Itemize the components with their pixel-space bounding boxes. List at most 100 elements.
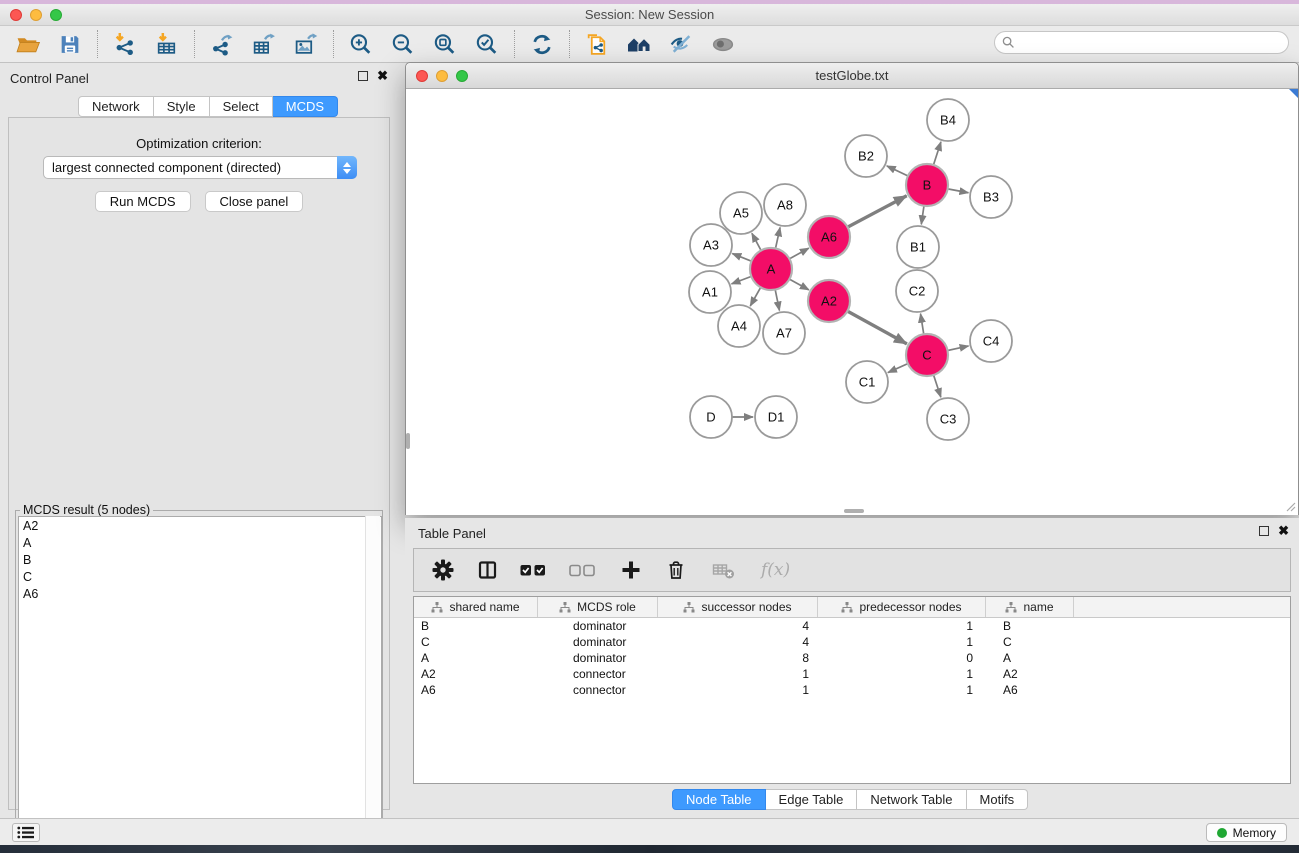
zoom-fit-button[interactable] bbox=[429, 29, 461, 59]
function-builder-button[interactable]: f(x) bbox=[761, 560, 790, 580]
table-tab-edge-table[interactable]: Edge Table bbox=[766, 789, 858, 810]
node-B4[interactable]: B4 bbox=[927, 99, 969, 141]
node-A7[interactable]: A7 bbox=[763, 312, 805, 354]
node-C3[interactable]: C3 bbox=[927, 398, 969, 440]
select-all-checks-button[interactable] bbox=[520, 563, 546, 577]
node-C1[interactable]: C1 bbox=[846, 361, 888, 403]
table-row[interactable]: Cdominator41C bbox=[414, 634, 1290, 650]
tab-style[interactable]: Style bbox=[154, 96, 210, 117]
tab-select[interactable]: Select bbox=[210, 96, 273, 117]
criterion-value: largest connected component (directed) bbox=[44, 160, 337, 175]
column-header-name[interactable]: name bbox=[986, 597, 1074, 617]
network-view-window: testGlobe.txt B4 B2 B B3 A8 A5 A6 B1 A3 A C2 A1 A2 A4… bbox=[405, 62, 1299, 515]
import-table-button[interactable] bbox=[151, 29, 183, 59]
float-table-panel-icon[interactable] bbox=[1259, 526, 1269, 536]
table-options-button[interactable] bbox=[432, 559, 454, 581]
table-cell: A6 bbox=[986, 683, 1074, 697]
node-A1[interactable]: A1 bbox=[689, 271, 731, 313]
node-A4[interactable]: A4 bbox=[718, 305, 760, 347]
table-tab-motifs[interactable]: Motifs bbox=[967, 789, 1029, 810]
node-C[interactable]: C bbox=[906, 334, 948, 376]
node-C2[interactable]: C2 bbox=[896, 270, 938, 312]
control-panel-tabs: NetworkStyleSelectMCDS bbox=[78, 96, 338, 117]
zoom-in-button[interactable] bbox=[345, 29, 377, 59]
network-hscrollbar-thumb[interactable] bbox=[844, 509, 864, 513]
table-tab-network-table[interactable]: Network Table bbox=[857, 789, 966, 810]
birdseye-toggle-icon[interactable] bbox=[1289, 89, 1298, 98]
table-tab-node-table[interactable]: Node Table bbox=[672, 789, 766, 810]
control-panel: Control Panel ✖ NetworkStyleSelectMCDS O… bbox=[0, 63, 398, 818]
node-B[interactable]: B bbox=[906, 164, 948, 206]
node-C4[interactable]: C4 bbox=[970, 320, 1012, 362]
node-A6[interactable]: A6 bbox=[808, 216, 850, 258]
mcds-result-item[interactable]: B bbox=[19, 551, 381, 568]
network-vscrollbar-thumb[interactable] bbox=[406, 433, 410, 449]
svg-text:A6: A6 bbox=[821, 230, 837, 245]
task-history-button[interactable] bbox=[12, 823, 40, 842]
import-network-button[interactable] bbox=[109, 29, 141, 59]
export-table-button[interactable] bbox=[248, 29, 280, 59]
add-column-button[interactable] bbox=[620, 559, 642, 581]
table-row[interactable]: Adominator80A bbox=[414, 650, 1290, 666]
save-session-button[interactable] bbox=[54, 29, 86, 59]
column-sort-branch-icon bbox=[1005, 602, 1017, 613]
close-panel-button[interactable]: Close panel bbox=[205, 191, 304, 212]
memory-button[interactable]: Memory bbox=[1206, 823, 1287, 842]
node-table-body: Bdominator41BCdominator41CAdominator80AA… bbox=[414, 618, 1290, 698]
delete-table-button[interactable] bbox=[712, 560, 736, 580]
close-table-panel-icon[interactable]: ✖ bbox=[1278, 526, 1289, 536]
table-row[interactable]: A6connector11A6 bbox=[414, 682, 1290, 698]
hide-selected-button[interactable] bbox=[665, 29, 697, 59]
column-header-predecessor-nodes[interactable]: predecessor nodes bbox=[818, 597, 986, 617]
network-window-title: testGlobe.txt bbox=[406, 68, 1298, 83]
column-header-shared-name[interactable]: shared name bbox=[414, 597, 538, 617]
export-network-button[interactable] bbox=[206, 29, 238, 59]
table-row[interactable]: Bdominator41B bbox=[414, 618, 1290, 634]
node-B2[interactable]: B2 bbox=[845, 135, 887, 177]
tab-network[interactable]: Network bbox=[78, 96, 154, 117]
mcds-result-item[interactable]: A bbox=[19, 534, 381, 551]
show-hidden-button[interactable] bbox=[707, 29, 739, 59]
duplicate-network-button[interactable] bbox=[581, 29, 613, 59]
node-D[interactable]: D bbox=[690, 396, 732, 438]
criterion-dropdown[interactable]: largest connected component (directed) bbox=[43, 156, 357, 179]
export-image-button[interactable] bbox=[290, 29, 322, 59]
zoom-selected-button[interactable] bbox=[471, 29, 503, 59]
desktop-edge bbox=[0, 845, 1299, 853]
show-all-networks-button[interactable] bbox=[623, 29, 655, 59]
node-B1[interactable]: B1 bbox=[897, 226, 939, 268]
export-table-icon bbox=[251, 32, 277, 57]
column-header-successor-nodes[interactable]: successor nodes bbox=[658, 597, 818, 617]
run-mcds-button[interactable]: Run MCDS bbox=[95, 191, 191, 212]
tab-mcds[interactable]: MCDS bbox=[273, 96, 338, 117]
mcds-tab-content: Optimization criterion: largest connecte… bbox=[8, 117, 390, 810]
node-A[interactable]: A bbox=[750, 248, 792, 290]
mcds-result-item[interactable]: A2 bbox=[19, 517, 381, 534]
deselect-checks-button[interactable] bbox=[569, 563, 595, 577]
mcds-result-item[interactable]: A6 bbox=[19, 585, 381, 602]
node-B3[interactable]: B3 bbox=[970, 176, 1012, 218]
mcds-result-list[interactable]: A2ABCA6 bbox=[18, 516, 382, 853]
network-canvas[interactable]: B4 B2 B B3 A8 A5 A6 B1 A3 A C2 A1 A2 A4A7 C4 C C1 C3 D D1 bbox=[406, 89, 1298, 515]
svg-text:A8: A8 bbox=[777, 198, 793, 213]
network-window-titlebar[interactable]: testGlobe.txt bbox=[406, 63, 1298, 89]
node-A5[interactable]: A5 bbox=[720, 192, 762, 234]
mcds-result-item[interactable]: C bbox=[19, 568, 381, 585]
node-A3[interactable]: A3 bbox=[690, 224, 732, 266]
result-list-scrollbar[interactable] bbox=[365, 516, 380, 853]
refresh-button[interactable] bbox=[526, 29, 558, 59]
open-session-button[interactable] bbox=[12, 29, 44, 59]
search-input[interactable] bbox=[994, 31, 1289, 54]
column-header-MCDS-role[interactable]: MCDS role bbox=[538, 597, 658, 617]
float-panel-icon[interactable] bbox=[358, 71, 368, 81]
node-D1[interactable]: D1 bbox=[755, 396, 797, 438]
table-row[interactable]: A2connector11A2 bbox=[414, 666, 1290, 682]
column-layout-button[interactable] bbox=[477, 559, 499, 581]
window-resize-grip[interactable] bbox=[1284, 500, 1296, 512]
zoom-out-button[interactable] bbox=[387, 29, 419, 59]
table-cell: B bbox=[986, 619, 1074, 633]
node-A8[interactable]: A8 bbox=[764, 184, 806, 226]
delete-column-button[interactable] bbox=[665, 559, 687, 581]
node-A2[interactable]: A2 bbox=[808, 280, 850, 322]
close-panel-icon[interactable]: ✖ bbox=[377, 71, 388, 81]
